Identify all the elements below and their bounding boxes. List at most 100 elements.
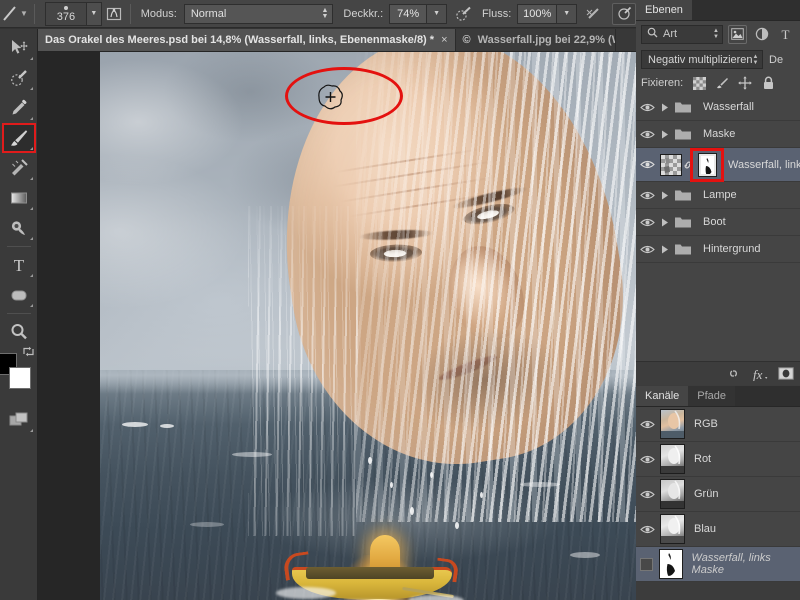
tab-ebenen[interactable]: Ebenen (636, 0, 692, 20)
lock-transparency-icon[interactable] (692, 76, 706, 90)
lock-all-icon[interactable] (761, 76, 775, 90)
layer-mask-link-icon[interactable] (682, 160, 694, 170)
tool-corner-icon (29, 87, 33, 90)
brush-size-value: 376 (56, 10, 76, 23)
channel-visibility-toggle[interactable] (636, 547, 657, 581)
channel-row-gruen[interactable]: Grün (636, 477, 800, 512)
channel-row-wasserfall-links-maske[interactable]: Wasserfall, links Maske (636, 547, 800, 582)
lock-image-pixels-icon[interactable] (715, 76, 729, 90)
folder-icon (672, 215, 694, 229)
type-layer-filter-icon[interactable]: T (776, 25, 795, 44)
background-color-swatch[interactable] (8, 367, 31, 389)
pixel-layer-filter-icon[interactable] (728, 24, 747, 44)
tab-pfade[interactable]: Pfade (688, 386, 736, 406)
clone-stamp-tool[interactable] (2, 153, 36, 183)
link-layers-icon[interactable] (725, 365, 742, 382)
channel-visibility-toggle[interactable] (636, 512, 658, 546)
shape-tool[interactable] (2, 280, 36, 310)
quick-selection-tool[interactable] (2, 63, 36, 93)
flow-dropdown-button[interactable]: ▼ (557, 3, 578, 24)
whitecap (570, 552, 600, 558)
dodge-tool[interactable] (2, 213, 36, 243)
tool-corner-icon (29, 207, 33, 210)
tab-kanaele[interactable]: Kanäle (636, 386, 689, 406)
channel-thumbnail (658, 549, 683, 579)
gradient-tool[interactable] (2, 183, 36, 213)
water-droplet (368, 457, 372, 464)
opacity-field[interactable]: 74% (389, 3, 428, 24)
close-icon[interactable]: × (441, 34, 447, 46)
add-layer-mask-icon[interactable] (777, 365, 794, 382)
blend-mode-select[interactable]: Normal ▲ ▼ (183, 3, 334, 24)
water-droplet (430, 472, 433, 478)
forehead-wrinkle (332, 159, 499, 188)
document-tab-active[interactable]: Das Orakel des Meeres.psd bei 14,8% (Was… (38, 29, 456, 51)
options-divider-2 (129, 3, 131, 24)
layer-mask-thumbnail[interactable] (697, 152, 717, 177)
tool-corner-icon (29, 237, 33, 240)
whitecap (122, 422, 148, 427)
layer-row-maske[interactable]: Maske (636, 121, 800, 148)
layer-mask-thumbnail-wrap[interactable] (690, 147, 724, 182)
canvas-area[interactable] (38, 52, 636, 600)
blend-mode-value: Normal (190, 7, 227, 20)
layer-visibility-toggle[interactable] (636, 236, 658, 262)
channel-row-rot[interactable]: Rot (636, 442, 800, 477)
layer-visibility-toggle[interactable] (636, 148, 658, 181)
layer-visibility-toggle[interactable] (636, 209, 658, 235)
svg-text:T: T (13, 256, 24, 275)
layer-row-wasserfall[interactable]: Wasserfall (636, 94, 800, 121)
channel-visibility-toggle[interactable] (636, 442, 658, 476)
brush-size-field[interactable]: 376 (44, 1, 87, 26)
layer-visibility-toggle[interactable] (636, 182, 658, 208)
layer-visibility-toggle[interactable] (636, 121, 658, 147)
brush-panel-icon[interactable] (102, 3, 126, 25)
zoom-tool[interactable] (2, 317, 36, 347)
pressure-size-icon[interactable] (612, 2, 637, 25)
type-tool[interactable]: T (2, 250, 36, 280)
channel-visibility-toggle[interactable] (636, 407, 658, 441)
boat-wake (408, 595, 464, 600)
channel-visibility-toggle[interactable] (636, 477, 658, 511)
layer-thumbnail[interactable] (660, 153, 682, 176)
toolbar-divider-1 (6, 246, 31, 247)
tool-corner-icon (29, 274, 33, 277)
layer-row-wasserfall-links[interactable]: Wasserfall, link (636, 147, 800, 182)
brush-preset-thumbnail[interactable] (2, 4, 18, 24)
flow-field[interactable]: 100% (517, 3, 558, 24)
move-tool[interactable] (2, 33, 36, 63)
channel-row-rgb[interactable]: RGB (636, 407, 800, 442)
group-expand-triangle-icon[interactable] (658, 191, 672, 200)
options-divider-1 (33, 3, 35, 24)
group-expand-triangle-icon[interactable] (658, 130, 672, 139)
channel-thumbnail (660, 514, 685, 544)
layer-row-hintergrund[interactable]: Hintergrund (636, 236, 800, 263)
layer-row-boot[interactable]: Boot (636, 209, 800, 236)
chevron-updown-icon: ▲ ▼ (752, 53, 759, 66)
group-expand-triangle-icon[interactable] (658, 103, 672, 112)
channel-row-blau[interactable]: Blau (636, 512, 800, 547)
brush-tip-dot-icon (63, 5, 68, 10)
airbrush-icon[interactable] (582, 3, 606, 25)
document-tab-inactive[interactable]: © Wasserfall.jpg bei 22,9% (Was (455, 29, 616, 51)
layer-style-fx-icon[interactable]: fx (751, 365, 768, 382)
opacity-dropdown-button[interactable]: ▼ (427, 3, 448, 24)
brush-tool[interactable] (1, 123, 36, 153)
brush-preset-caret-icon[interactable]: ▼ (18, 5, 30, 23)
layer-visibility-toggle[interactable] (636, 94, 658, 120)
layer-blend-mode-select[interactable]: Negativ multiplizieren ▲ ▼ (641, 50, 763, 69)
water-droplet (390, 482, 393, 488)
eyedropper-tool[interactable] (2, 93, 36, 123)
group-expand-triangle-icon[interactable] (658, 245, 672, 254)
pressure-opacity-icon[interactable] (452, 3, 476, 25)
layer-row-lampe[interactable]: Lampe (636, 182, 800, 209)
lock-position-icon[interactable] (738, 76, 752, 90)
swap-colors-icon[interactable] (22, 345, 35, 361)
brush-size-stepper[interactable]: ▼ (86, 1, 102, 26)
whitecap (520, 482, 560, 487)
layer-filter-type-select[interactable]: Art ▲ ▼ (641, 24, 723, 44)
adjustment-layer-filter-icon[interactable] (752, 25, 771, 44)
group-expand-triangle-icon[interactable] (658, 218, 672, 227)
layer-list-empty-space (636, 263, 800, 361)
screen-mode-icon[interactable] (2, 405, 36, 435)
